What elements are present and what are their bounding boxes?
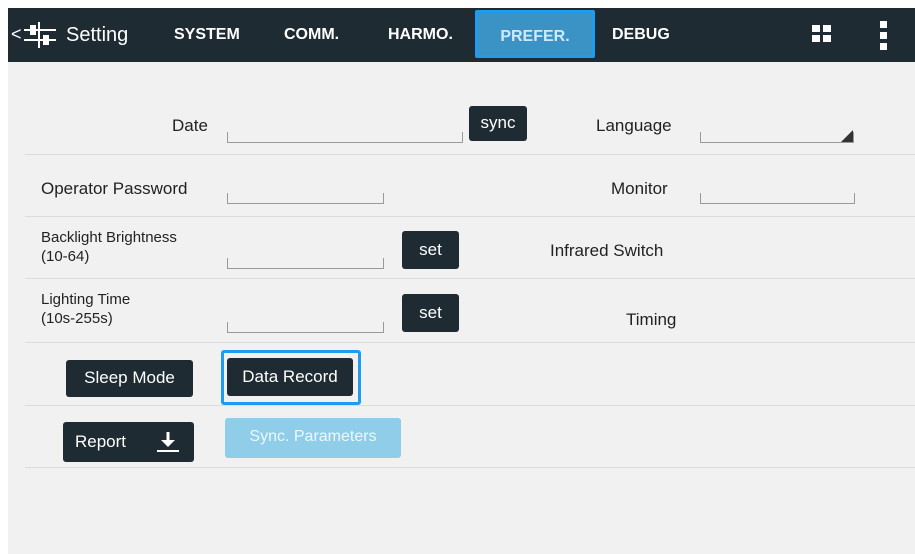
- lighting-set-button[interactable]: set: [402, 294, 459, 332]
- grid-icon[interactable]: [812, 25, 832, 43]
- language-select[interactable]: [700, 132, 854, 143]
- dropdown-arrow-icon: [841, 130, 853, 142]
- infrared-switch-label: Infrared Switch: [550, 241, 664, 260]
- operator-password-field[interactable]: [227, 193, 384, 204]
- timing-label: Timing: [626, 310, 677, 329]
- backlight-brightness-field[interactable]: [227, 258, 384, 269]
- language-label: Language: [596, 116, 672, 135]
- tab-prefer[interactable]: PREFER.: [475, 10, 595, 58]
- tab-harmo[interactable]: HARMO.: [388, 26, 453, 44]
- app-title: Setting: [66, 24, 129, 46]
- date-label: Date: [172, 116, 208, 135]
- divider: [25, 154, 915, 155]
- monitor-label: Monitor: [611, 179, 668, 198]
- lighting-time-label: Lighting Time (10s-255s): [41, 291, 131, 327]
- tab-prefer-label: PREFER.: [500, 28, 570, 45]
- lighting-time-field[interactable]: [227, 322, 384, 333]
- divider: [25, 467, 915, 468]
- divider: [25, 216, 915, 217]
- back-icon[interactable]: <: [11, 24, 22, 45]
- data-record-button[interactable]: Data Record: [227, 358, 353, 396]
- backlight-set-button[interactable]: set: [402, 231, 459, 269]
- tab-system[interactable]: SYSTEM: [174, 26, 240, 44]
- settings-screen: < Setting SYSTEM COMM. HARMO. PREFER. DE…: [8, 8, 915, 554]
- report-label: Report: [75, 432, 127, 451]
- top-bar: < Setting SYSTEM COMM. HARMO. PREFER. DE…: [8, 8, 915, 62]
- tab-comm[interactable]: COMM.: [284, 26, 339, 44]
- divider: [25, 342, 915, 343]
- report-button[interactable]: Report: [63, 422, 194, 462]
- sleep-mode-button[interactable]: Sleep Mode: [66, 360, 193, 397]
- sync-date-button[interactable]: sync: [469, 106, 527, 141]
- settings-sliders-icon: [24, 22, 56, 48]
- divider: [25, 278, 915, 279]
- operator-password-label: Operator Password: [41, 179, 188, 198]
- monitor-field[interactable]: [700, 193, 855, 204]
- sync-parameters-button[interactable]: Sync. Parameters: [225, 418, 401, 458]
- backlight-brightness-label: Backlight Brightness (10-64): [41, 229, 177, 265]
- more-vert-icon[interactable]: [880, 21, 888, 51]
- date-field[interactable]: [227, 132, 463, 143]
- tab-debug[interactable]: DEBUG: [612, 26, 670, 44]
- divider: [25, 405, 915, 406]
- download-icon: [157, 432, 179, 452]
